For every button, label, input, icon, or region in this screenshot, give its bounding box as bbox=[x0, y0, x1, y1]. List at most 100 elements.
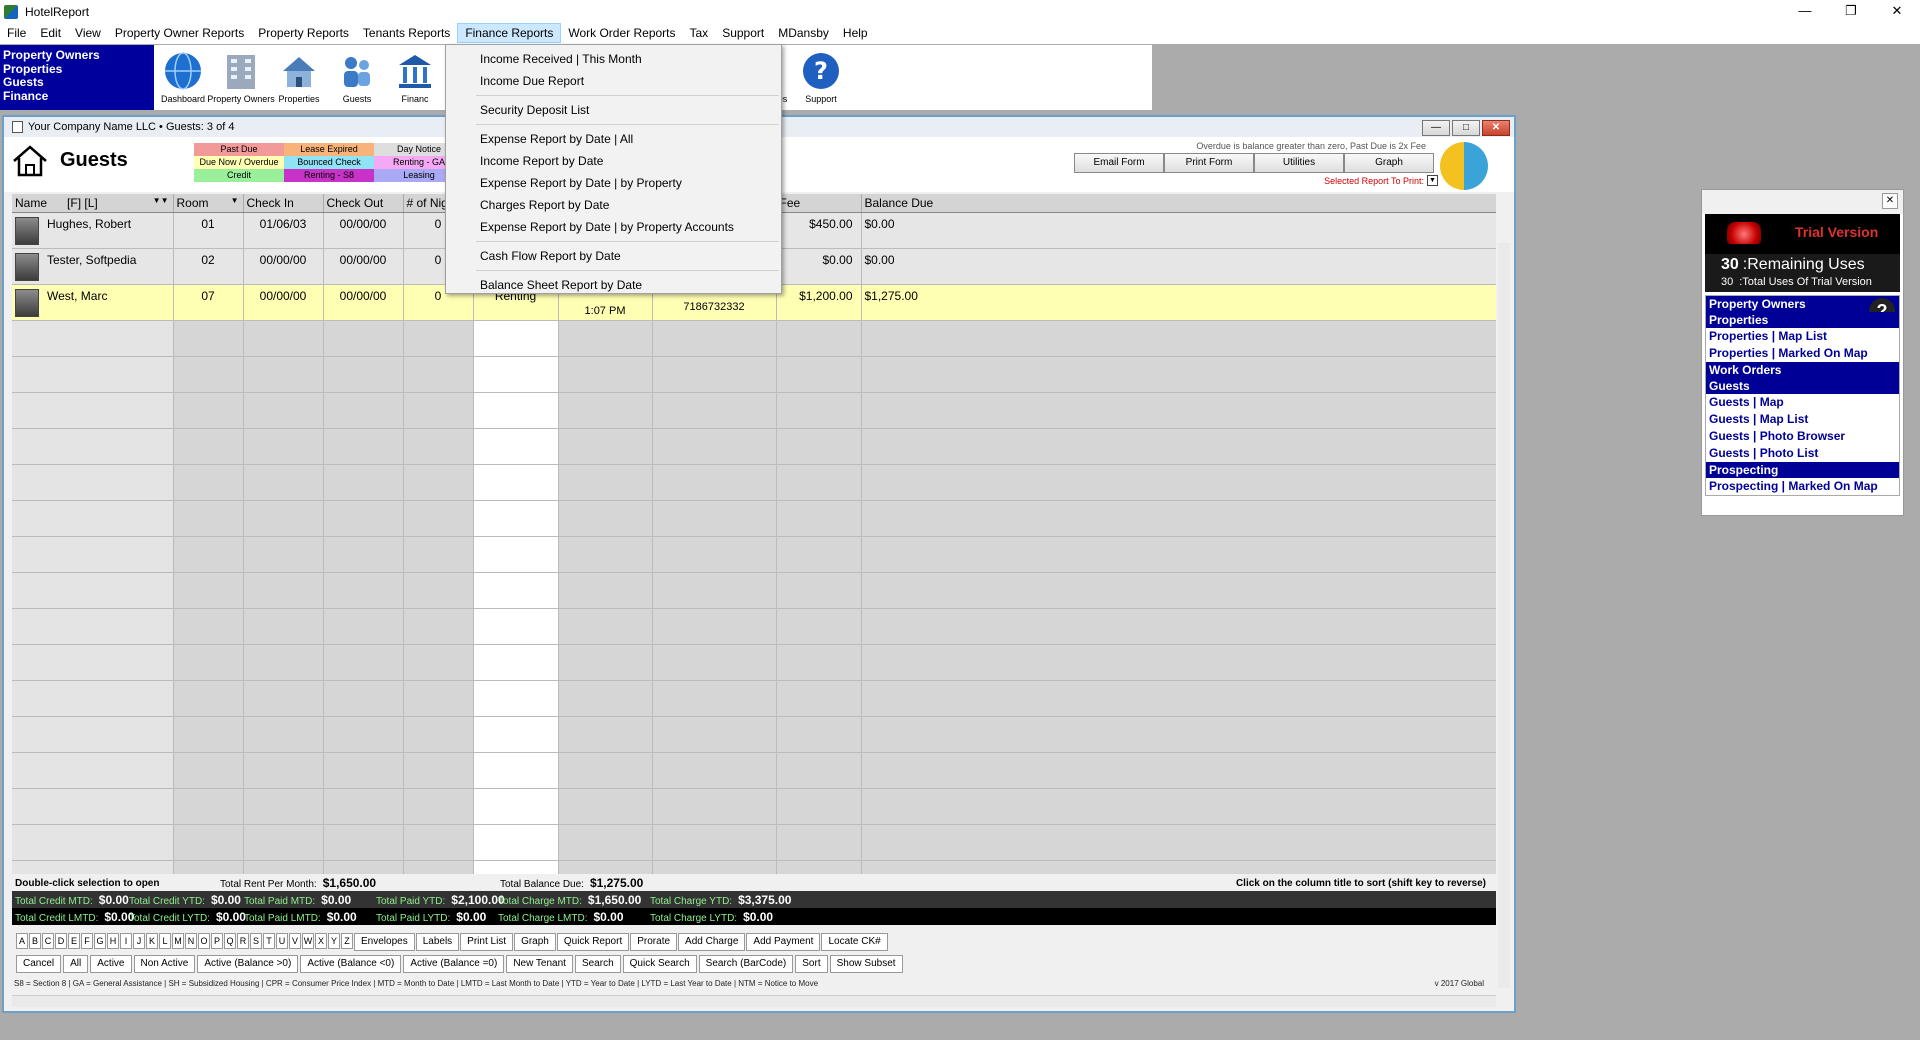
menu-item-income-received-this-month[interactable]: Income Received | This Month bbox=[446, 48, 781, 70]
letter-filter-b[interactable]: B bbox=[29, 933, 41, 949]
nav-link-property-owners[interactable]: Property Owners bbox=[3, 48, 151, 63]
active-balance-0-button[interactable]: Active (Balance <0) bbox=[300, 955, 402, 973]
print-list-button[interactable]: Print List bbox=[460, 933, 514, 951]
non-active-button[interactable]: Non Active bbox=[133, 955, 196, 973]
menu-item-expense-report-by-date-by-property[interactable]: Expense Report by Date | by Property bbox=[446, 172, 781, 194]
maximize-icon[interactable]: □ bbox=[1452, 120, 1480, 136]
menu-item-cash-flow-report-by-date[interactable]: Cash Flow Report by Date bbox=[446, 245, 781, 267]
cancel-button[interactable]: Cancel bbox=[16, 955, 62, 973]
letter-filter-h[interactable]: H bbox=[107, 933, 119, 949]
letter-filter-u[interactable]: U bbox=[276, 933, 288, 949]
menu-edit[interactable]: Edit bbox=[33, 23, 68, 43]
labels-button[interactable]: Labels bbox=[415, 933, 460, 951]
quick-link-property-owners[interactable]: Property Owners? bbox=[1706, 296, 1899, 324]
nav-link-guests[interactable]: Guests bbox=[3, 75, 151, 90]
active-button[interactable]: Active bbox=[90, 955, 132, 973]
menu-file[interactable]: File bbox=[0, 23, 33, 43]
quick-link-properties-marked-on-map[interactable]: Properties | Marked On Map bbox=[1706, 345, 1899, 362]
letter-filter-p[interactable]: P bbox=[211, 933, 223, 949]
restore-icon[interactable]: ❐ bbox=[1828, 0, 1874, 24]
menu-work-order-reports[interactable]: Work Order Reports bbox=[561, 23, 682, 43]
show-subset-button[interactable]: Show Subset bbox=[829, 955, 903, 973]
menu-support[interactable]: Support bbox=[715, 23, 771, 43]
quick-link-properties[interactable]: Properties bbox=[1706, 312, 1899, 328]
envelopes-button[interactable]: Envelopes bbox=[354, 933, 415, 951]
add-charge-button[interactable]: Add Charge bbox=[678, 933, 746, 951]
letter-filter-m[interactable]: M bbox=[172, 933, 184, 949]
prorate-button[interactable]: Prorate bbox=[630, 933, 678, 951]
search-button[interactable]: Search bbox=[574, 955, 621, 973]
menu-tax[interactable]: Tax bbox=[683, 23, 716, 43]
quick-link-guests-map[interactable]: Guests | Map bbox=[1706, 394, 1899, 411]
letter-filter-a[interactable]: A bbox=[16, 933, 28, 949]
menu-item-expense-report-by-date-by-property-accounts[interactable]: Expense Report by Date | by Property Acc… bbox=[446, 216, 781, 238]
menu-item-charges-report-by-date[interactable]: Charges Report by Date bbox=[446, 194, 781, 216]
horizontal-scrollbar[interactable] bbox=[12, 995, 1496, 1007]
toolbar-support-button[interactable]: ? Support bbox=[792, 45, 850, 110]
toolbar-property-owners-button[interactable]: Property Owners bbox=[207, 45, 275, 110]
close-icon[interactable]: ✕ bbox=[1482, 120, 1510, 136]
email-form-button[interactable]: Email Form bbox=[1074, 153, 1164, 173]
close-icon[interactable]: ✕ bbox=[1874, 0, 1920, 24]
column-header-fee[interactable]: Fee bbox=[776, 194, 862, 213]
letter-filter-n[interactable]: N bbox=[185, 933, 197, 949]
menu-item-security-deposit-list[interactable]: Security Deposit List bbox=[446, 99, 781, 121]
active-balance-0-button[interactable]: Active (Balance =0) bbox=[403, 955, 505, 973]
menu-item-balance-sheet-report-by-date[interactable]: Balance Sheet Report by Date bbox=[446, 274, 781, 296]
letter-filter-i[interactable]: I bbox=[120, 933, 132, 949]
letter-filter-l[interactable]: L bbox=[159, 933, 171, 949]
quick-link-guests[interactable]: Guests bbox=[1706, 378, 1899, 394]
toolbar-dashboard-button[interactable]: Dashboard bbox=[154, 45, 212, 110]
pie-chart-icon[interactable] bbox=[1440, 142, 1488, 190]
menu-item-income-report-by-date[interactable]: Income Report by Date bbox=[446, 150, 781, 172]
quick-link-guests-photo-list[interactable]: Guests | Photo List bbox=[1706, 445, 1899, 462]
letter-filter-k[interactable]: K bbox=[146, 933, 158, 949]
quick-link-prospecting[interactable]: Prospecting bbox=[1706, 462, 1899, 478]
menu-tenants-reports[interactable]: Tenants Reports bbox=[356, 23, 457, 43]
menu-property-owner-reports[interactable]: Property Owner Reports bbox=[108, 23, 251, 43]
locate-ck-button[interactable]: Locate CK# bbox=[821, 933, 888, 951]
quick-report-button[interactable]: Quick Report bbox=[556, 933, 630, 951]
column-header-name[interactable]: Name [F] [L] ▼▼ bbox=[12, 194, 174, 213]
letter-filter-e[interactable]: E bbox=[68, 933, 80, 949]
new-tenant-button[interactable]: New Tenant bbox=[506, 955, 573, 973]
close-icon[interactable]: ✕ bbox=[1882, 193, 1898, 209]
quick-link-guests-map-list[interactable]: Guests | Map List bbox=[1706, 411, 1899, 428]
menu-view[interactable]: View bbox=[68, 23, 108, 43]
letter-filter-y[interactable]: Y bbox=[328, 933, 340, 949]
column-header-room[interactable]: Room ▼ bbox=[173, 194, 244, 213]
letter-filter-s[interactable]: S bbox=[250, 933, 262, 949]
column-header-check-out[interactable]: Check Out bbox=[323, 194, 404, 213]
letter-filter-t[interactable]: T bbox=[263, 933, 275, 949]
menu-item-income-due-report[interactable]: Income Due Report bbox=[446, 70, 781, 92]
letter-filter-r[interactable]: R bbox=[237, 933, 249, 949]
letter-filter-g[interactable]: G bbox=[94, 933, 106, 949]
active-balance-0-button[interactable]: Active (Balance >0) bbox=[197, 955, 299, 973]
sort-button[interactable]: Sort bbox=[795, 955, 828, 973]
menu-mdansby[interactable]: MDansby bbox=[771, 23, 836, 43]
add-payment-button[interactable]: Add Payment bbox=[746, 933, 821, 951]
letter-filter-f[interactable]: F bbox=[81, 933, 93, 949]
quick-link-work-orders[interactable]: Work Orders bbox=[1706, 362, 1899, 378]
toolbar-financ-button[interactable]: Financ bbox=[386, 45, 444, 110]
letter-filter-v[interactable]: V bbox=[289, 933, 301, 949]
menu-item-expense-report-by-date-all[interactable]: Expense Report by Date | All bbox=[446, 128, 781, 150]
column-header-balance-due[interactable]: Balance Due bbox=[861, 194, 1496, 213]
graph-button[interactable]: Graph bbox=[514, 933, 556, 951]
chevron-down-icon[interactable]: ▼ bbox=[1427, 175, 1438, 186]
quick-search-button[interactable]: Quick Search bbox=[622, 955, 697, 973]
minimize-icon[interactable]: — bbox=[1422, 120, 1450, 136]
quick-link-guests-photo-browser[interactable]: Guests | Photo Browser bbox=[1706, 428, 1899, 445]
letter-filter-c[interactable]: C bbox=[42, 933, 54, 949]
toolbar-guests-button[interactable]: Guests bbox=[328, 45, 386, 110]
column-header-check-in[interactable]: Check In bbox=[243, 194, 324, 213]
letter-filter-o[interactable]: O bbox=[198, 933, 210, 949]
utilities-button[interactable]: Utilities bbox=[1254, 153, 1344, 173]
letter-filter-j[interactable]: J bbox=[133, 933, 145, 949]
chevron-down-icon[interactable]: ▼▼ bbox=[153, 196, 169, 205]
nav-link-properties[interactable]: Properties bbox=[3, 62, 151, 77]
toolbar-properties-button[interactable]: Properties bbox=[270, 45, 328, 110]
minimize-icon[interactable]: — bbox=[1782, 0, 1828, 24]
letter-filter-z[interactable]: Z bbox=[341, 933, 353, 949]
search-barcode-button[interactable]: Search (BarCode) bbox=[698, 955, 794, 973]
